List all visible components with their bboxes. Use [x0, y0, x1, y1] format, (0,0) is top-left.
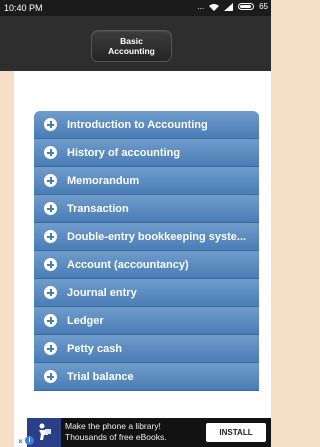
plus-icon: [44, 286, 57, 299]
topic-label: History of accounting: [67, 146, 181, 159]
title-button[interactable]: Basic Accounting: [91, 30, 172, 62]
topic-list: Introduction to Accounting History of ac…: [34, 111, 259, 391]
topic-label: Transaction: [67, 202, 129, 215]
status-bar: 10:40 PM ... 65: [0, 0, 271, 16]
plus-icon: [44, 230, 57, 243]
status-time: 10:40 PM: [4, 3, 43, 13]
topic-label: Introduction to Accounting: [67, 118, 208, 131]
plus-icon: [44, 370, 57, 383]
topic-label: Ledger: [67, 314, 104, 327]
topic-item[interactable]: Account (accountancy): [34, 251, 259, 279]
app-header: Basic Accounting: [0, 16, 271, 71]
topic-item[interactable]: History of accounting: [34, 139, 259, 167]
close-icon[interactable]: ×: [16, 437, 25, 446]
topic-item[interactable]: Double-entry bookkeeping syste...: [34, 223, 259, 251]
signal-icon: [224, 2, 234, 11]
ad-banner[interactable]: i Make the phone a library! Thousands of…: [25, 418, 271, 447]
app-screen: 10:40 PM ... 65 Basic Accounting Introdu…: [0, 0, 271, 447]
battery-icon: [238, 3, 255, 10]
topic-item[interactable]: Transaction: [34, 195, 259, 223]
plus-icon: [44, 258, 57, 271]
ad-info-icon[interactable]: i: [25, 436, 34, 445]
plus-icon: [44, 202, 57, 215]
title-line-1: Basic: [120, 36, 143, 46]
status-icons: ... 65: [197, 2, 268, 11]
content-area: Introduction to Accounting History of ac…: [14, 71, 271, 447]
ad-line-1: Make the phone a library!: [65, 421, 161, 431]
more-notifications-icon: ...: [197, 2, 205, 11]
topic-item[interactable]: Trial balance: [34, 363, 259, 391]
title-line-2: Accounting: [108, 46, 155, 56]
topic-label: Memorandum: [67, 174, 140, 187]
ad-line-2: Thousands of free eBooks.: [65, 432, 167, 442]
topic-item[interactable]: Petty cash: [34, 335, 259, 363]
ad-text: Make the phone a library! Thousands of f…: [65, 421, 167, 443]
plus-icon: [44, 174, 57, 187]
topic-item[interactable]: Journal entry: [34, 279, 259, 307]
topic-label: Double-entry bookkeeping syste...: [67, 230, 247, 243]
battery-percent: 65: [259, 2, 268, 11]
plus-icon: [44, 118, 57, 131]
topic-label: Trial balance: [67, 370, 134, 383]
plus-icon: [44, 342, 57, 355]
topic-label: Journal entry: [67, 286, 137, 299]
plus-icon: [44, 314, 57, 327]
wifi-icon: [209, 3, 220, 11]
install-button[interactable]: INSTALL: [206, 423, 266, 442]
topic-item[interactable]: Introduction to Accounting: [34, 111, 259, 139]
topic-label: Account (accountancy): [67, 258, 189, 271]
reading-person-icon: [39, 423, 51, 440]
plus-icon: [44, 146, 57, 159]
topic-item[interactable]: Ledger: [34, 307, 259, 335]
topic-label: Petty cash: [67, 342, 123, 355]
topic-item[interactable]: Memorandum: [34, 167, 259, 195]
